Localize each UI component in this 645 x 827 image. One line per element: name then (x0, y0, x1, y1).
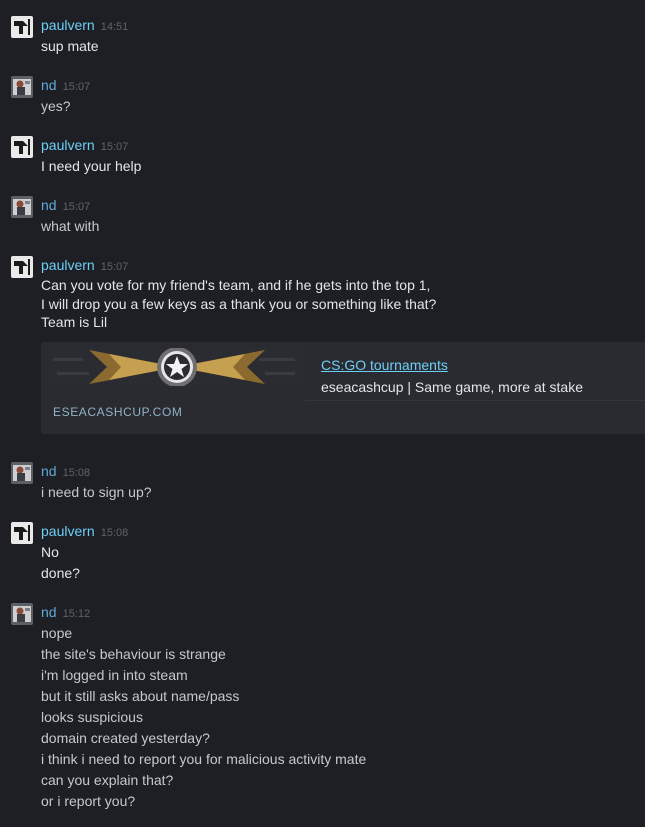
message-line: Team is Lil (41, 314, 108, 330)
message-line: i need to sign up? (41, 484, 152, 500)
timestamp: 15:07 (62, 201, 91, 213)
embed-title-link[interactable]: CS:GO tournaments (321, 357, 448, 373)
message-line: No (41, 544, 59, 560)
paulvern-avatar-icon[interactable] (11, 256, 33, 278)
timestamp: 15:07 (100, 261, 129, 273)
author-name[interactable]: paulvern (41, 523, 95, 539)
nd-avatar-icon[interactable] (11, 76, 33, 98)
paulvern-avatar-icon[interactable] (11, 136, 33, 158)
message-line: domain created yesterday? (41, 730, 210, 746)
message-line: looks suspicious (41, 709, 143, 725)
message-line: I need your help (41, 158, 142, 174)
nd-avatar-icon[interactable] (11, 603, 33, 625)
embed-divider (305, 400, 645, 401)
timestamp: 15:08 (62, 467, 91, 479)
csgo-emblem-icon[interactable] (49, 348, 305, 386)
author-name[interactable]: paulvern (41, 137, 95, 153)
message-line: I will drop you a few keys as a thank yo… (41, 295, 437, 312)
timestamp: 15:07 (62, 81, 91, 93)
timestamp: 15:07 (100, 141, 129, 153)
embed-domain[interactable]: ESEACASHCUP.COM (53, 405, 182, 419)
message-line: i'm logged in into steam (41, 667, 188, 683)
message-line: yes? (41, 98, 71, 114)
paulvern-avatar-icon[interactable] (11, 522, 33, 544)
message-line: Can you vote for my friend's team, and i… (41, 277, 431, 293)
paulvern-avatar-icon[interactable] (11, 16, 33, 38)
message-line: the site's behaviour is strange (41, 646, 226, 662)
author-name[interactable]: nd (41, 604, 57, 620)
timestamp: 15:12 (62, 608, 91, 620)
embed-description: eseacashcup | Same game, more at stake (321, 379, 583, 395)
link-embed[interactable]: CS:GO tournaments eseacashcup | Same gam… (41, 342, 645, 434)
timestamp: 15:08 (100, 527, 129, 539)
author-name[interactable]: paulvern (41, 17, 95, 33)
message-line: done? (41, 565, 80, 581)
message-line: sup mate (41, 38, 99, 54)
message-line: can you explain that? (41, 772, 174, 788)
author-name[interactable]: paulvern (41, 257, 95, 273)
author-name[interactable]: nd (41, 463, 57, 479)
message-line: i think i need to report you for malicio… (41, 751, 367, 767)
message-line: what with (41, 218, 100, 234)
timestamp: 14:51 (100, 21, 129, 33)
message-line: nope (41, 625, 73, 641)
author-name[interactable]: nd (41, 77, 57, 93)
nd-avatar-icon[interactable] (11, 196, 33, 218)
message-line: but it still asks about name/pass (41, 688, 240, 704)
nd-avatar-icon[interactable] (11, 462, 33, 484)
author-name[interactable]: nd (41, 197, 57, 213)
message-line: or i report you? (41, 793, 136, 809)
